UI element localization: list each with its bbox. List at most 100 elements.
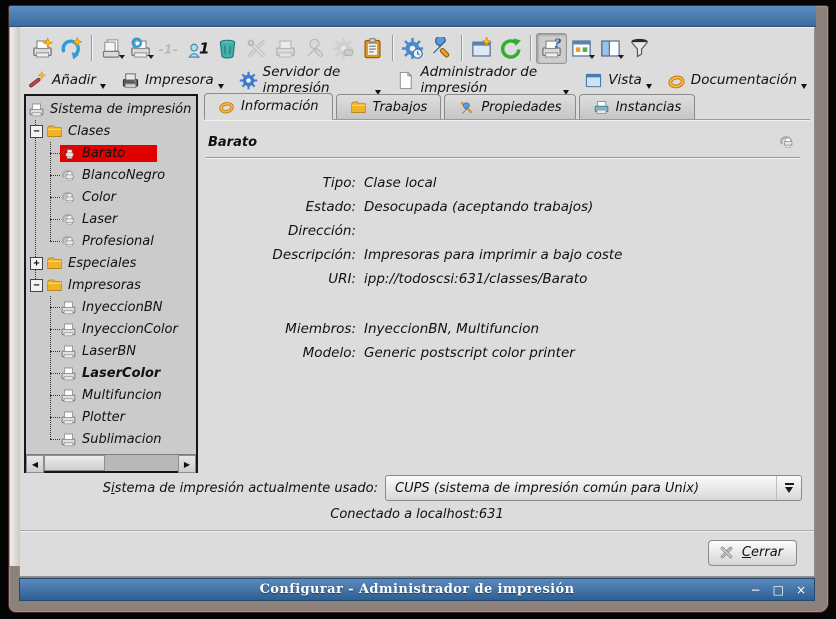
trash-icon bbox=[216, 37, 239, 60]
menu-vista[interactable]: Vista bbox=[584, 71, 651, 90]
tab-label: Instancias bbox=[616, 100, 682, 115]
add-class-button[interactable] bbox=[57, 34, 86, 63]
close-window-button[interactable]: × bbox=[796, 584, 806, 596]
tab-propiedades[interactable]: Propiedades bbox=[444, 94, 575, 119]
menu-administrador-de-impresion[interactable]: Administrador de impresión bbox=[396, 64, 568, 96]
gear-icon bbox=[239, 71, 258, 90]
tree-item-laserbn[interactable]: LaserBN bbox=[26, 340, 196, 362]
field-value: Desocupada (aceptando trabajos) bbox=[364, 199, 593, 215]
tree-item-inyeccioncolor[interactable]: InyeccionColor bbox=[26, 318, 196, 340]
tree-item-clases[interactable]: − Clases bbox=[26, 120, 196, 142]
scroll-left-button[interactable]: ◀ bbox=[26, 455, 44, 473]
tab-instancias[interactable]: Instancias bbox=[579, 94, 696, 119]
view-columns-icon bbox=[599, 37, 622, 60]
tree-item-barato[interactable]: Barato bbox=[26, 142, 196, 164]
menu-toolbar: Añadir Impresora Servidor de impresión A… bbox=[20, 66, 814, 94]
tools-icon bbox=[245, 37, 268, 60]
tree-item-laser[interactable]: Laser bbox=[26, 208, 196, 230]
maintenance-button[interactable] bbox=[300, 34, 329, 63]
maximize-button[interactable]: □ bbox=[773, 584, 784, 596]
field-value: Generic postscript color printer bbox=[364, 345, 575, 361]
server-wrench-icon bbox=[430, 37, 453, 60]
tab-trabajos[interactable]: Trabajos bbox=[336, 94, 442, 119]
refresh-icon bbox=[499, 37, 522, 60]
class-red-icon bbox=[60, 145, 77, 162]
tree-item-lasercolor[interactable]: LaserColor bbox=[26, 362, 196, 384]
set-user-default-button[interactable]: 1 bbox=[184, 34, 213, 63]
field-label: Tipo: bbox=[206, 175, 364, 191]
window-bottom-edge bbox=[9, 601, 828, 612]
tab-informacion[interactable]: Información bbox=[204, 93, 333, 120]
view-layout-button[interactable] bbox=[596, 34, 625, 63]
printer-state-button[interactable] bbox=[126, 34, 155, 63]
window-titlebar[interactable]: Configurar - Administrador de impresión … bbox=[19, 578, 815, 601]
print-button[interactable] bbox=[97, 34, 126, 63]
tree-item-plotter[interactable]: Plotter bbox=[26, 406, 196, 428]
dropdown-arrow-icon bbox=[100, 84, 106, 92]
scrollbar-thumb[interactable] bbox=[44, 455, 105, 471]
window-title: Configurar - Administrador de impresión bbox=[260, 582, 575, 597]
menu-documentacion[interactable]: Documentación bbox=[667, 71, 806, 90]
field-label: Estado: bbox=[206, 199, 364, 215]
toolbar-separator bbox=[461, 35, 462, 61]
menu-servidor-de-impresion[interactable]: Servidor de impresión bbox=[239, 64, 381, 96]
minimize-button[interactable]: − bbox=[751, 584, 761, 596]
tree-item-especiales[interactable]: + Especiales bbox=[26, 252, 196, 274]
expander-plus-icon[interactable]: + bbox=[30, 257, 43, 270]
tree-item-impresoras[interactable]: − Impresoras bbox=[26, 274, 196, 296]
toolbar-separator bbox=[530, 35, 531, 61]
scroll-right-button[interactable]: ▶ bbox=[178, 455, 196, 473]
menu-anadir[interactable]: Añadir bbox=[28, 71, 105, 90]
tree-item-inyeccionbn[interactable]: InyeccionBN bbox=[26, 296, 196, 318]
window-content: -1- 1 ? Añadir bbox=[19, 27, 815, 577]
combo-arrow-button[interactable] bbox=[776, 476, 801, 500]
wrench-icon bbox=[303, 37, 326, 60]
dropdown-arrow-icon bbox=[646, 84, 652, 92]
svg-text:?: ? bbox=[554, 37, 562, 51]
tree-item-sistema-de-impresion[interactable]: Sistema de impresión bbox=[26, 98, 196, 120]
expander-minus-icon[interactable]: − bbox=[30, 279, 43, 292]
printer-small-icon bbox=[60, 387, 77, 404]
view-mode-button[interactable] bbox=[567, 34, 596, 63]
folder-icon bbox=[350, 99, 367, 116]
add-class-wizard-icon bbox=[60, 37, 83, 60]
scrollbar-track[interactable] bbox=[44, 455, 178, 471]
expander-minus-icon[interactable]: − bbox=[30, 125, 43, 138]
add-printer-button[interactable] bbox=[28, 34, 57, 63]
printer-info-toggle[interactable]: ? bbox=[536, 33, 567, 64]
test-page-button[interactable] bbox=[271, 34, 300, 63]
toolbar-separator bbox=[91, 35, 92, 61]
tree-item-blanconegro[interactable]: BlancoNegro bbox=[26, 164, 196, 186]
menu-impresora[interactable]: Impresora bbox=[121, 71, 223, 90]
server-tools-button[interactable] bbox=[427, 34, 456, 63]
tree-item-sublimacion[interactable]: Sublimacion bbox=[26, 428, 196, 450]
configure-printer-button[interactable] bbox=[242, 34, 271, 63]
field-value: Impresoras para imprimir a bajo coste bbox=[364, 247, 623, 263]
tools-color-icon bbox=[458, 99, 475, 116]
actions-button[interactable] bbox=[329, 34, 358, 63]
delete-button[interactable] bbox=[213, 34, 242, 63]
window-icon bbox=[584, 71, 603, 90]
refresh-button[interactable] bbox=[496, 34, 525, 63]
tree-horizontal-scrollbar[interactable]: ◀ ▶ bbox=[26, 454, 196, 471]
printer-tree-panel: Sistema de impresión − Clases Barato Bla… bbox=[24, 94, 198, 473]
field-label: URI: bbox=[206, 271, 364, 287]
view-icons-icon bbox=[570, 37, 593, 60]
tree-item-multifuncion[interactable]: Multifuncion bbox=[26, 384, 196, 406]
info-panel: Barato Tipo:Clase local Estado:Desocupad… bbox=[204, 119, 810, 473]
server-settings-button[interactable] bbox=[398, 34, 427, 63]
minimize-icon: − bbox=[751, 583, 761, 597]
printer-small-icon bbox=[60, 365, 77, 382]
close-button[interactable]: Cerrar bbox=[708, 540, 797, 566]
tab-label: Información bbox=[241, 99, 319, 114]
printer-small-icon bbox=[60, 321, 77, 338]
print-system-select[interactable]: CUPS (sistema de impresión común para Un… bbox=[385, 475, 802, 501]
wizard-button[interactable] bbox=[467, 34, 496, 63]
filter-button[interactable] bbox=[625, 34, 654, 63]
remove-default-button[interactable]: -1- bbox=[155, 34, 184, 63]
tree-item-color[interactable]: Color bbox=[26, 186, 196, 208]
report-button[interactable] bbox=[358, 34, 387, 63]
tree-item-profesional[interactable]: Profesional bbox=[26, 230, 196, 252]
menu-label: Administrador de impresión bbox=[420, 64, 559, 96]
close-x-icon bbox=[718, 544, 735, 561]
